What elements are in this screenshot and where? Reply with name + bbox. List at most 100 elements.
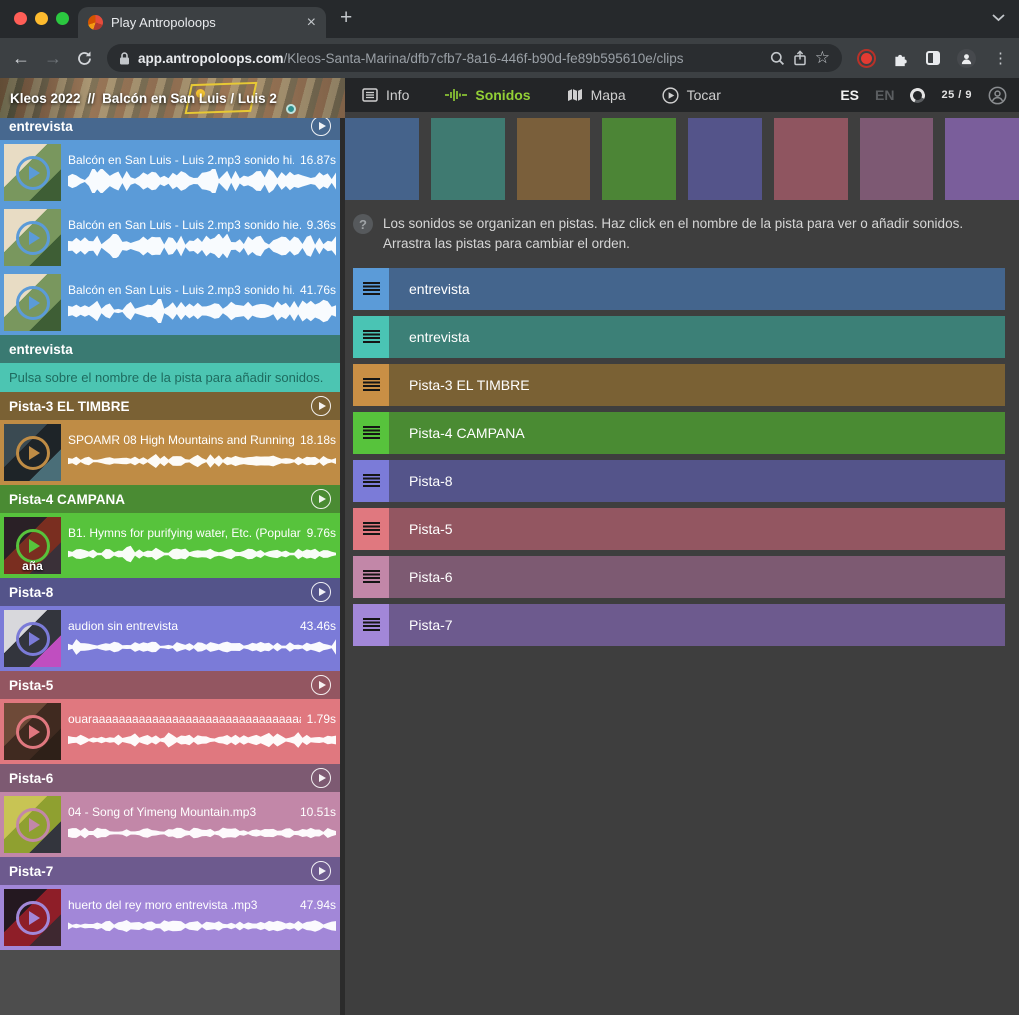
- audio-clip[interactable]: ouaraaaaaaaaaaaaaaaaaaaaaaaaaaaaaaaaaaaa…: [0, 699, 340, 764]
- clip-play-icon[interactable]: [16, 529, 50, 563]
- close-window-button[interactable]: [14, 12, 27, 25]
- clip-play-icon[interactable]: [16, 622, 50, 656]
- clip-waveform[interactable]: [68, 299, 336, 323]
- nav-item-tocar[interactable]: Tocar: [662, 87, 721, 104]
- clip-waveform[interactable]: [68, 234, 336, 258]
- track-section-header[interactable]: Pista-5: [0, 671, 340, 699]
- track-section-header[interactable]: Pista-7: [0, 857, 340, 885]
- audio-clip[interactable]: huerto del rey moro entrevista .mp347.94…: [0, 885, 340, 950]
- track-pad-swatch[interactable]: [602, 118, 676, 200]
- track-drag-handle[interactable]: [353, 508, 389, 550]
- forward-button[interactable]: →: [44, 49, 62, 67]
- new-tab-button[interactable]: +: [340, 6, 352, 30]
- track-name-button[interactable]: Pista-3 EL TIMBRE: [389, 364, 1005, 406]
- track-pad-swatch[interactable]: [517, 118, 591, 200]
- track-name-button[interactable]: Pista-8: [389, 460, 1005, 502]
- clip-thumbnail[interactable]: [4, 796, 61, 853]
- lang-es-button[interactable]: ES: [840, 87, 859, 103]
- record-extension-icon[interactable]: [861, 53, 872, 64]
- audio-clip[interactable]: añaB1. Hymns for purifying water, Etc. (…: [0, 513, 340, 578]
- track-section-name[interactable]: Pista-7: [9, 864, 303, 879]
- nav-item-info[interactable]: Info: [362, 87, 409, 103]
- clip-waveform[interactable]: [68, 449, 336, 473]
- audio-clip[interactable]: 04 - Song of Yimeng Mountain.mp310.51s: [0, 792, 340, 857]
- side-panel-icon[interactable]: [926, 51, 940, 65]
- track-name-button[interactable]: Pista-4 CAMPANA: [389, 412, 1005, 454]
- track-row[interactable]: entrevista: [353, 268, 1005, 310]
- audio-clip[interactable]: Balcón en San Luis - Luis 2.mp3 sonido h…: [0, 205, 340, 270]
- track-pad-swatch[interactable]: [688, 118, 762, 200]
- track-play-icon[interactable]: [311, 675, 331, 695]
- address-bar[interactable]: app.antropoloops.com/Kleos-Santa-Marina/…: [107, 44, 842, 72]
- browser-tab[interactable]: Play Antropoloops ×: [78, 7, 326, 38]
- track-section-header[interactable]: entrevista: [0, 335, 340, 363]
- track-row[interactable]: Pista-5: [353, 508, 1005, 550]
- track-section-name[interactable]: Pista-4 CAMPANA: [9, 492, 303, 507]
- track-name-button[interactable]: Pista-7: [389, 604, 1005, 646]
- minimize-window-button[interactable]: [35, 12, 48, 25]
- track-play-icon[interactable]: [311, 489, 331, 509]
- track-section-header[interactable]: Pista-3 EL TIMBRE: [0, 392, 340, 420]
- breadcrumb-project[interactable]: Kleos 2022: [10, 91, 81, 106]
- clip-waveform[interactable]: [68, 635, 336, 659]
- track-pad-swatch[interactable]: [431, 118, 505, 200]
- track-drag-handle[interactable]: [353, 268, 389, 310]
- zoom-page-icon[interactable]: [770, 51, 785, 66]
- track-row[interactable]: Pista-4 CAMPANA: [353, 412, 1005, 454]
- track-drag-handle[interactable]: [353, 316, 389, 358]
- track-row[interactable]: entrevista: [353, 316, 1005, 358]
- track-row[interactable]: Pista-6: [353, 556, 1005, 598]
- audio-clip[interactable]: audion sin entrevista43.46s: [0, 606, 340, 671]
- window-controls[interactable]: [14, 12, 69, 25]
- back-button[interactable]: ←: [12, 49, 30, 67]
- clip-thumbnail[interactable]: [4, 610, 61, 667]
- track-drag-handle[interactable]: [353, 412, 389, 454]
- track-name-button[interactable]: entrevista: [389, 316, 1005, 358]
- clip-play-icon[interactable]: [16, 221, 50, 255]
- track-name-button[interactable]: entrevista: [389, 268, 1005, 310]
- clip-thumbnail[interactable]: [4, 144, 61, 201]
- track-name-button[interactable]: Pista-5: [389, 508, 1005, 550]
- track-drag-handle[interactable]: [353, 364, 389, 406]
- track-row[interactable]: Pista-7: [353, 604, 1005, 646]
- bookmark-star-icon[interactable]: ☆: [815, 48, 830, 68]
- clip-thumbnail[interactable]: [4, 889, 61, 946]
- track-section-name[interactable]: entrevista: [9, 119, 303, 134]
- zoom-window-button[interactable]: [56, 12, 69, 25]
- clip-play-icon[interactable]: [16, 286, 50, 320]
- clip-waveform[interactable]: [68, 542, 336, 566]
- clip-play-icon[interactable]: [16, 808, 50, 842]
- clip-play-icon[interactable]: [16, 156, 50, 190]
- lang-en-button[interactable]: EN: [875, 87, 894, 103]
- track-play-icon[interactable]: [311, 861, 331, 881]
- extensions-puzzle-icon[interactable]: [892, 50, 909, 67]
- track-pad-swatch[interactable]: [945, 118, 1019, 200]
- audio-clip[interactable]: SPOAMR 08 High Mountains and Running ...…: [0, 420, 340, 485]
- track-pad-swatch[interactable]: [345, 118, 419, 200]
- browser-menu-icon[interactable]: ⋮: [993, 49, 1008, 67]
- track-drag-handle[interactable]: [353, 604, 389, 646]
- clip-waveform[interactable]: [68, 169, 336, 193]
- track-row[interactable]: Pista-8: [353, 460, 1005, 502]
- clip-thumbnail[interactable]: [4, 424, 61, 481]
- track-drag-handle[interactable]: [353, 556, 389, 598]
- clip-waveform[interactable]: [68, 728, 336, 752]
- account-icon[interactable]: [988, 86, 1007, 105]
- tab-search-chevron-icon[interactable]: [992, 13, 1005, 22]
- profile-avatar-icon[interactable]: [957, 49, 976, 68]
- track-pad-swatch[interactable]: [860, 118, 934, 200]
- clip-thumbnail[interactable]: [4, 703, 61, 760]
- track-section-name[interactable]: Pista-6: [9, 771, 303, 786]
- track-play-icon[interactable]: [311, 768, 331, 788]
- audio-clip[interactable]: Balcón en San Luis - Luis 2.mp3 sonido h…: [0, 140, 340, 205]
- clip-thumbnail[interactable]: [4, 274, 61, 331]
- track-drag-handle[interactable]: [353, 460, 389, 502]
- clip-play-icon[interactable]: [16, 436, 50, 470]
- nav-item-sonidos[interactable]: Sonidos: [445, 87, 530, 103]
- track-pad-swatch[interactable]: [774, 118, 848, 200]
- clip-thumbnail[interactable]: [4, 209, 61, 266]
- clip-play-icon[interactable]: [16, 715, 50, 749]
- tab-close-icon[interactable]: ×: [307, 15, 316, 31]
- track-section-header[interactable]: Pista-4 CAMPANA: [0, 485, 340, 513]
- track-section-header[interactable]: Pista-8: [0, 578, 340, 606]
